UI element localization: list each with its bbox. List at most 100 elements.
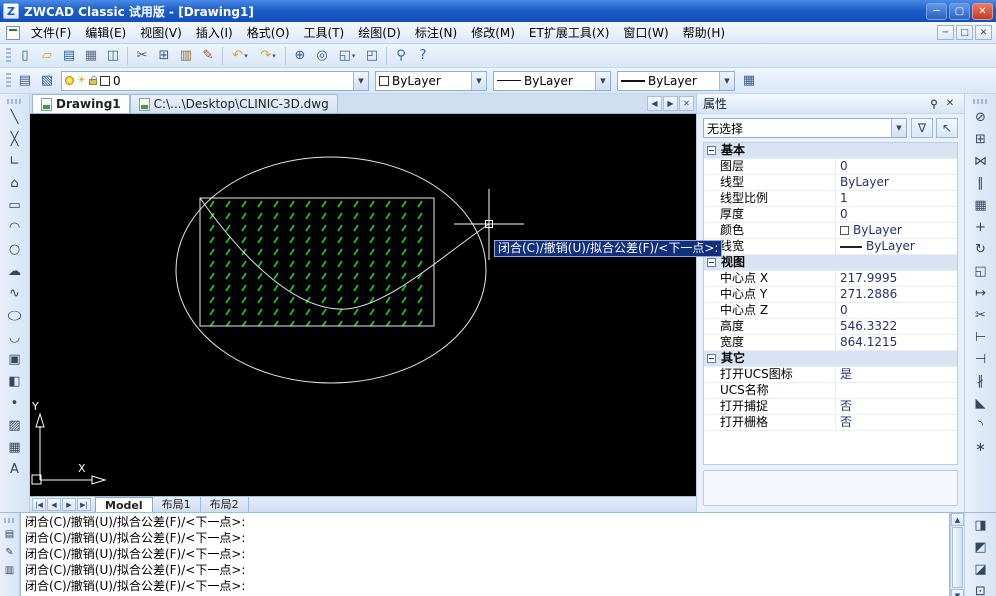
rectangle-icon[interactable]: ▭ bbox=[4, 195, 26, 216]
ellipse-arc-icon[interactable]: ◡ bbox=[4, 327, 26, 348]
toolbar-icon[interactable] bbox=[127, 47, 128, 65]
property-row[interactable]: 图层 0 bbox=[704, 159, 957, 175]
property-row[interactable]: 线型 ByLayer bbox=[704, 175, 957, 191]
tool-icon[interactable]: ✎ bbox=[2, 544, 18, 561]
xline-icon[interactable]: ╳ bbox=[4, 129, 26, 150]
point-icon[interactable]: • bbox=[4, 393, 26, 414]
menu-item[interactable]: 修改(M) bbox=[464, 23, 522, 43]
tab-scroll-right-button[interactable]: ▶ bbox=[663, 96, 678, 111]
toolbar-grip[interactable] bbox=[6, 48, 11, 64]
menu-item[interactable]: 格式(O) bbox=[240, 23, 297, 43]
revcloud-icon[interactable]: ☁ bbox=[4, 261, 26, 282]
last-layout-button[interactable]: ▶| bbox=[77, 498, 91, 511]
insert-block-icon[interactable]: ▣ bbox=[4, 349, 26, 370]
layer-states-icon[interactable]: ▧ bbox=[36, 71, 58, 91]
menu-item[interactable]: 编辑(E) bbox=[78, 23, 133, 43]
next-layout-button[interactable]: ▶ bbox=[62, 498, 76, 511]
property-row[interactable]: 打开栅格 否 bbox=[704, 415, 957, 431]
property-row[interactable]: 其它 bbox=[704, 351, 957, 367]
new-icon[interactable]: ▯ bbox=[14, 46, 36, 66]
property-row[interactable]: 基本 bbox=[704, 143, 957, 159]
chevron-down-icon[interactable]: ▼ bbox=[891, 119, 906, 137]
property-row[interactable]: 高度 546.3322 bbox=[704, 319, 957, 335]
toolbar-icon[interactable] bbox=[222, 47, 223, 65]
select-objects-icon[interactable]: ↖ bbox=[936, 118, 958, 138]
ellipse-icon[interactable]: ◯ bbox=[4, 308, 26, 323]
polygon-icon[interactable]: ⌂ bbox=[4, 173, 26, 194]
layout-tab[interactable]: 布局1 bbox=[153, 497, 201, 512]
mtext-icon[interactable]: A bbox=[4, 459, 26, 480]
close-icon[interactable]: ✕ bbox=[942, 96, 958, 111]
chevron-down-icon[interactable]: ▼ bbox=[595, 72, 610, 90]
menu-item[interactable]: 标注(N) bbox=[408, 23, 464, 43]
chevron-down-icon[interactable]: ▼ bbox=[719, 72, 734, 90]
mdi-minimize-button[interactable]: ─ bbox=[937, 25, 954, 40]
collapse-icon[interactable] bbox=[707, 258, 716, 267]
break-at-point-icon[interactable]: ⊣ bbox=[970, 349, 992, 370]
tab-close-button[interactable]: ✕ bbox=[679, 96, 694, 111]
menu-item[interactable]: 插入(I) bbox=[189, 23, 240, 43]
menu-item[interactable]: 帮助(H) bbox=[676, 23, 732, 43]
chamfer-icon[interactable]: ◣ bbox=[970, 393, 992, 414]
tool-icon[interactable]: ◪ bbox=[970, 559, 992, 580]
menu-item[interactable]: 文件(F) bbox=[24, 23, 78, 43]
trim-icon[interactable]: ✂ bbox=[970, 305, 992, 326]
toolbar-grip[interactable] bbox=[7, 99, 23, 104]
property-row[interactable]: 线型比例 1 bbox=[704, 191, 957, 207]
toolbar-grip[interactable] bbox=[6, 73, 11, 89]
mdi-restore-button[interactable]: □ bbox=[956, 25, 973, 40]
color-select[interactable]: ByLayer ▼ bbox=[375, 71, 487, 91]
tool-icon[interactable]: ▥ bbox=[2, 562, 18, 579]
paste-icon[interactable]: ▥ bbox=[175, 46, 197, 66]
property-row[interactable]: 厚度 0 bbox=[704, 207, 957, 223]
plot-icon[interactable]: ▦ bbox=[80, 46, 102, 66]
lineweight-select[interactable]: ByLayer ▼ bbox=[617, 71, 735, 91]
property-row[interactable]: 视图 bbox=[704, 255, 957, 271]
drawing-file-icon[interactable] bbox=[6, 26, 20, 40]
extend-icon[interactable]: ⊢ bbox=[970, 327, 992, 348]
line-icon[interactable]: ╲ bbox=[4, 107, 26, 128]
arc-icon[interactable]: ◠ bbox=[4, 217, 26, 238]
property-row[interactable]: 中心点 Z 0 bbox=[704, 303, 957, 319]
linetype-select[interactable]: ByLayer ▼ bbox=[493, 71, 611, 91]
layer-manager-icon[interactable]: ▤ bbox=[14, 71, 36, 91]
prev-layout-button[interactable]: ◀ bbox=[47, 498, 61, 511]
tool-icon[interactable]: ◩ bbox=[970, 537, 992, 558]
command-scrollbar[interactable]: ▲ ▼ bbox=[950, 513, 964, 596]
menu-item[interactable]: 绘图(D) bbox=[351, 23, 408, 43]
property-row[interactable]: 中心点 X 217.9995 bbox=[704, 271, 957, 287]
circle-icon[interactable]: ○ bbox=[4, 239, 26, 260]
mdi-close-button[interactable]: ✕ bbox=[975, 25, 992, 40]
property-row[interactable]: 打开UCS图标 是 bbox=[704, 367, 957, 383]
match-properties-icon[interactable]: ✎ bbox=[197, 46, 219, 66]
collapse-icon[interactable] bbox=[707, 146, 716, 155]
layout-tab[interactable]: Model bbox=[95, 497, 153, 512]
toolbar-icon[interactable] bbox=[285, 47, 286, 65]
menu-item[interactable]: 工具(T) bbox=[297, 23, 352, 43]
chevron-down-icon[interactable]: ▼ bbox=[353, 72, 368, 90]
toolbar-icon[interactable] bbox=[386, 47, 387, 65]
property-row[interactable]: 颜色 ByLayer bbox=[704, 223, 957, 239]
menu-item[interactable]: 窗口(W) bbox=[616, 23, 675, 43]
find-icon[interactable]: ⚲ bbox=[390, 46, 412, 66]
property-row[interactable]: 中心点 Y 271.2886 bbox=[704, 287, 957, 303]
menu-item[interactable]: 视图(V) bbox=[133, 23, 189, 43]
explode-icon[interactable]: ∗ bbox=[970, 437, 992, 458]
command-history[interactable]: 闭合(C)/撤销(U)/拟合公差(F)/<下一点>:闭合(C)/撤销(U)/拟合… bbox=[20, 513, 950, 596]
open-icon[interactable]: ▱ bbox=[36, 46, 58, 66]
hatched-rectangle[interactable] bbox=[200, 198, 434, 326]
zoom-window-icon[interactable]: ◱ bbox=[333, 46, 361, 66]
stretch-icon[interactable]: ↦ bbox=[970, 283, 992, 304]
menu-item[interactable]: ET扩展工具(X) bbox=[522, 23, 617, 43]
maximize-button[interactable]: ▢ bbox=[949, 3, 970, 20]
minimize-button[interactable]: ─ bbox=[926, 3, 947, 20]
save-icon[interactable]: ▤ bbox=[58, 46, 80, 66]
property-row[interactable]: 宽度 864.1215 bbox=[704, 335, 957, 351]
cut-icon[interactable]: ✂ bbox=[131, 46, 153, 66]
erase-icon[interactable]: ⊘ bbox=[970, 107, 992, 128]
offset-icon[interactable]: ∥ bbox=[970, 173, 992, 194]
layout-tab[interactable]: 布局2 bbox=[201, 497, 249, 512]
quick-select-icon[interactable]: ∇ bbox=[911, 118, 933, 138]
break-icon[interactable]: ∦ bbox=[970, 371, 992, 392]
property-row[interactable]: 线宽 ByLayer bbox=[704, 239, 957, 255]
